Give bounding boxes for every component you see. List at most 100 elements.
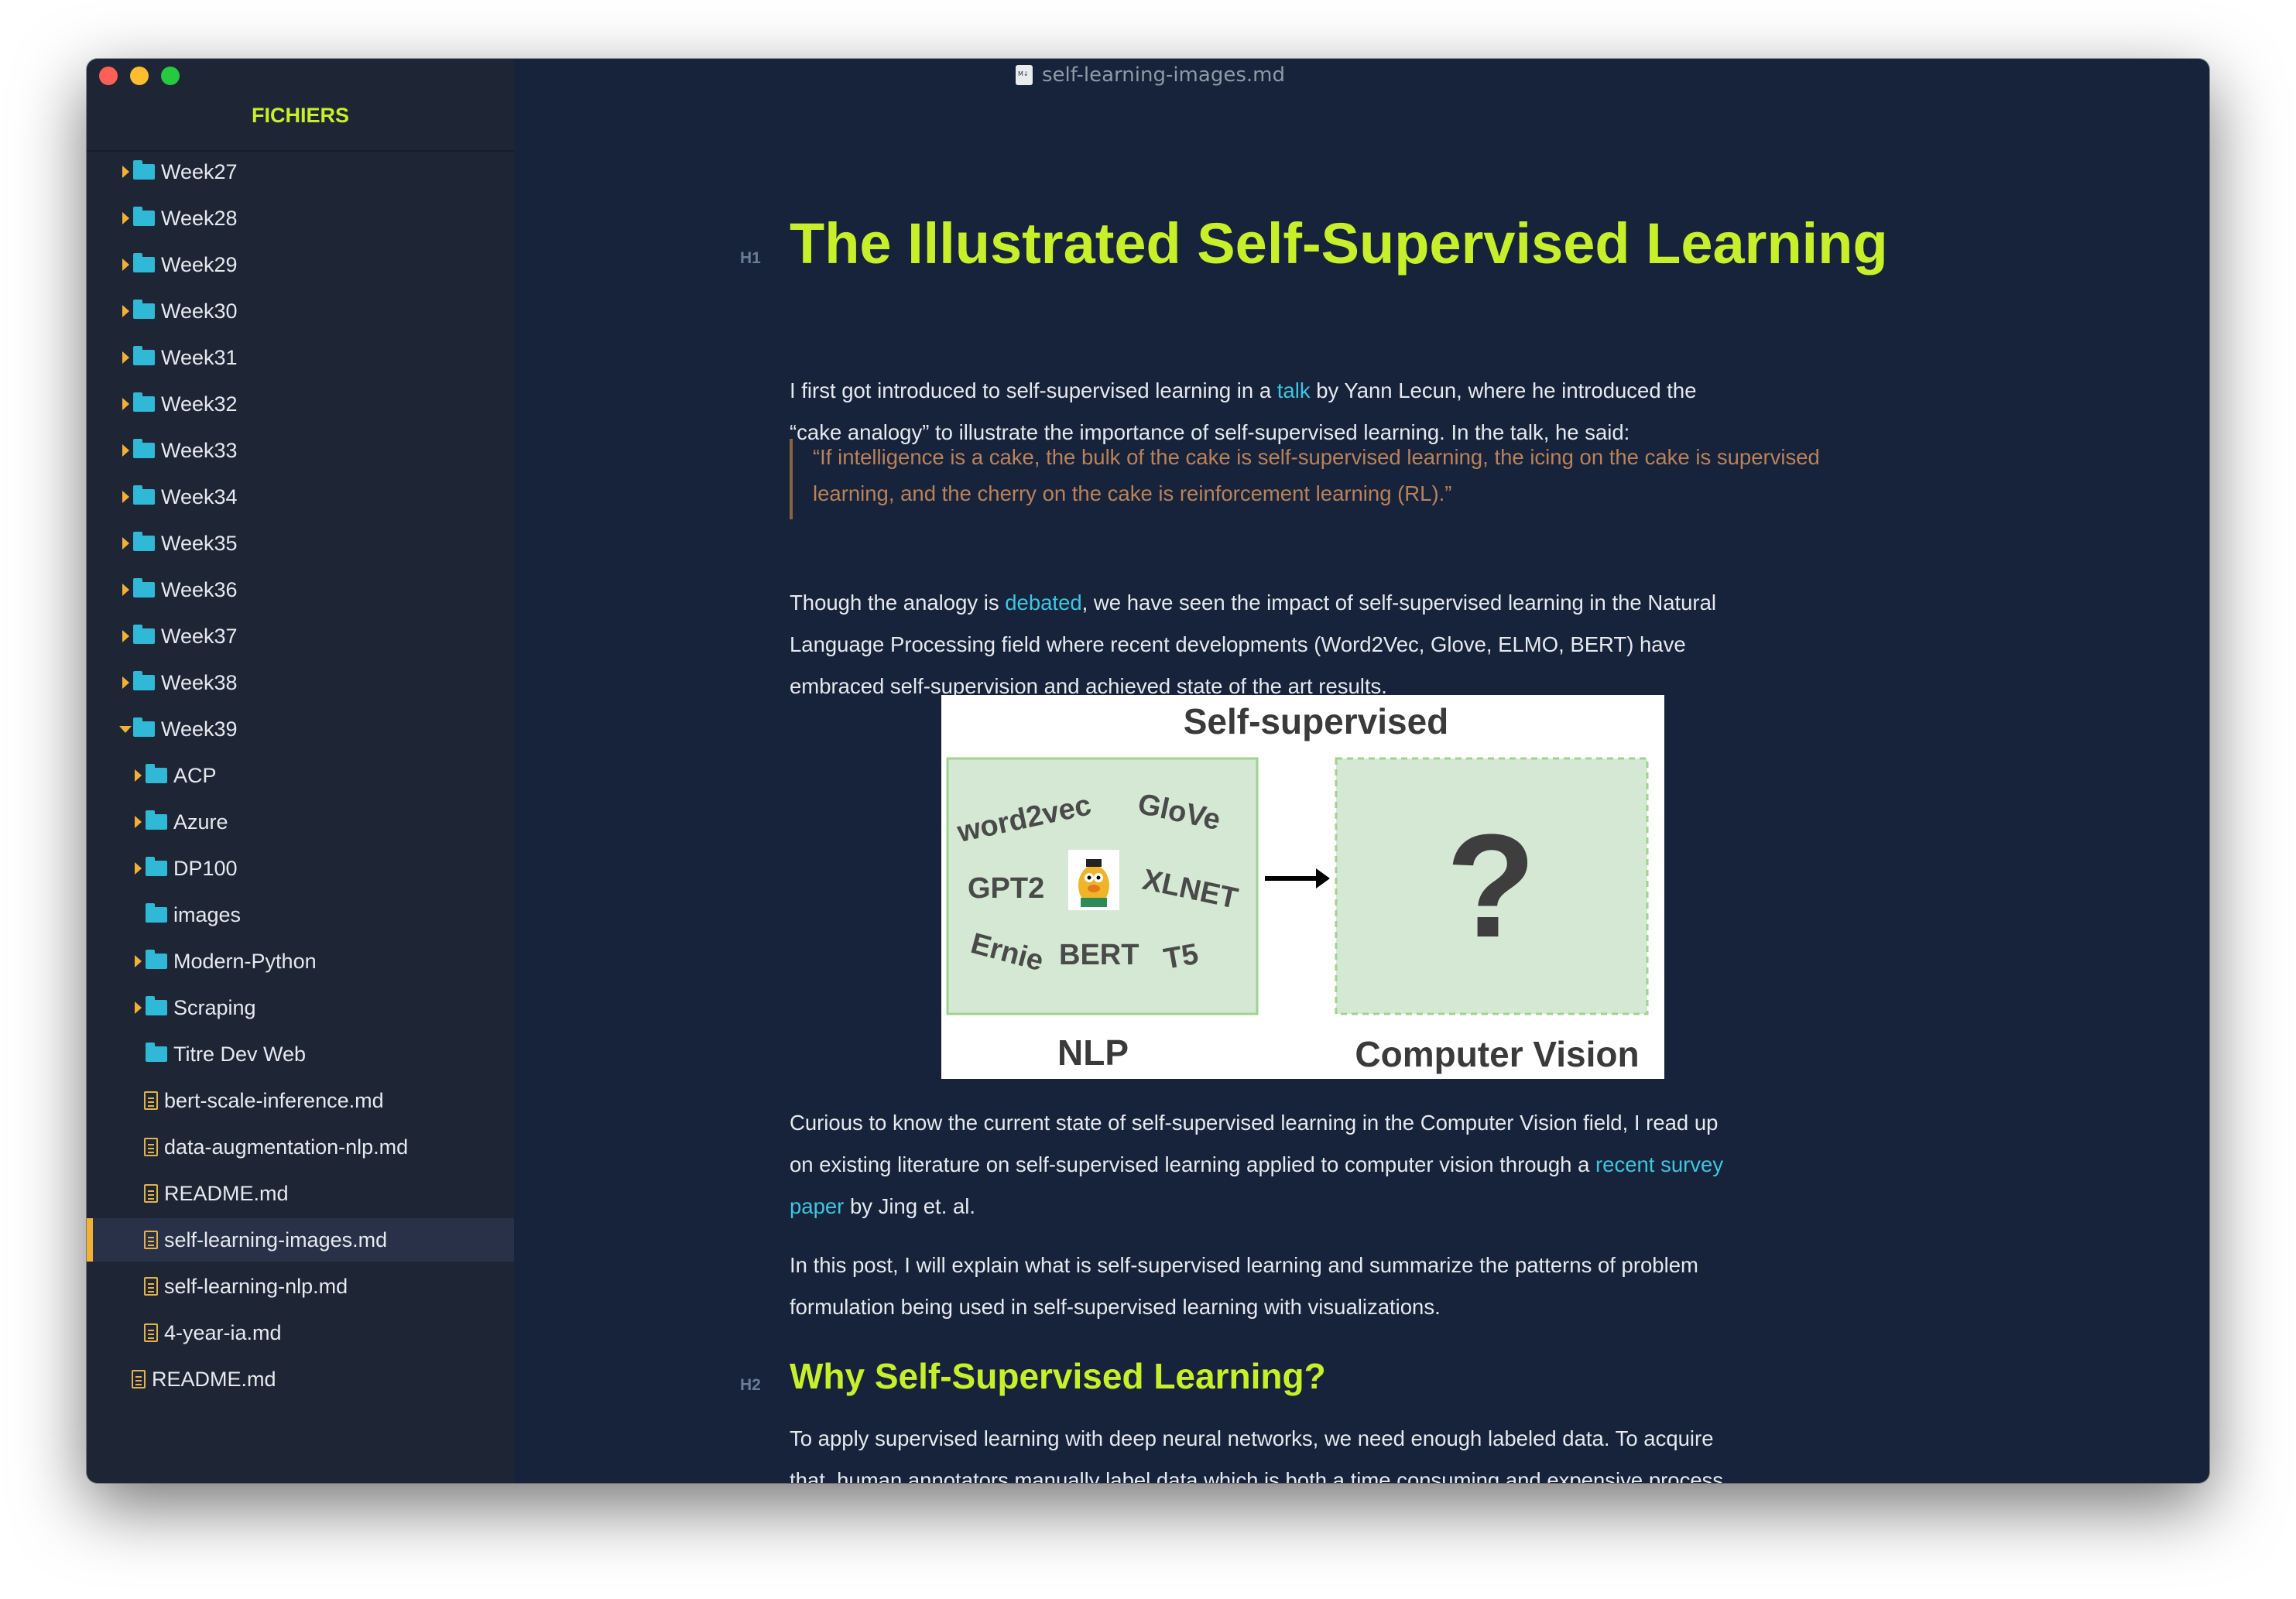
- file-item[interactable]: README.md: [87, 1358, 514, 1401]
- tree-item-label: Week29: [161, 252, 238, 276]
- chevron-right-icon[interactable]: [132, 862, 144, 875]
- folder-item[interactable]: Week33: [87, 429, 514, 472]
- folder-item[interactable]: Azure: [87, 800, 514, 844]
- analogy-text-a: Though the analogy is: [790, 591, 1006, 615]
- folder-item[interactable]: Week39: [87, 707, 514, 751]
- folder-icon: [133, 485, 155, 505]
- intro-text-b: by Yann Lecun, where he introduced the: [1310, 378, 1697, 402]
- quote-line-2: learning, and the cherry on the cake is …: [813, 481, 1452, 505]
- article-title: The Illustrated Self-Supervised Learning: [790, 211, 1888, 276]
- folder-icon: [133, 532, 155, 551]
- file-icon: [144, 1184, 158, 1203]
- folder-item[interactable]: Week30: [87, 289, 514, 333]
- folder-item[interactable]: Titre Dev Web: [87, 1032, 514, 1076]
- chevron-down-icon[interactable]: [119, 725, 132, 733]
- last-line-1: To apply supervised learning with deep n…: [790, 1426, 1714, 1450]
- folder-item[interactable]: Week35: [87, 522, 514, 565]
- chevron-right-icon[interactable]: [119, 398, 132, 410]
- folder-item[interactable]: Modern-Python: [87, 940, 514, 983]
- chevron-right-icon[interactable]: [132, 1002, 144, 1014]
- folder-icon: [146, 1043, 167, 1062]
- file-item[interactable]: data-augmentation-nlp.md: [87, 1125, 514, 1169]
- folder-icon: [133, 717, 155, 737]
- post-line-2: formulation being used in self-supervise…: [790, 1295, 1441, 1319]
- folder-icon: [146, 764, 167, 783]
- h2-marker: H2: [740, 1376, 761, 1394]
- tree-item-label: Week35: [161, 531, 238, 555]
- chevron-right-icon[interactable]: [119, 491, 132, 503]
- folder-icon: [133, 346, 155, 365]
- zoom-button[interactable]: [161, 67, 180, 85]
- folder-item[interactable]: DP100: [87, 847, 514, 890]
- folder-item[interactable]: Week37: [87, 615, 514, 658]
- chevron-right-icon[interactable]: [119, 630, 132, 642]
- folder-icon: [133, 207, 155, 226]
- folder-item[interactable]: ACP: [87, 754, 514, 797]
- self-supervised-figure: Self-supervised word2vec GloVe GPT2 XLNE…: [941, 695, 1664, 1079]
- chevron-right-icon[interactable]: [132, 769, 144, 782]
- tree-item-label: Week32: [161, 392, 238, 416]
- chevron-right-icon[interactable]: [119, 259, 132, 271]
- folder-item[interactable]: Week38: [87, 661, 514, 704]
- figure-title: Self-supervised: [1184, 701, 1449, 741]
- file-icon: [144, 1091, 158, 1110]
- chevron-right-icon[interactable]: [119, 351, 132, 364]
- file-item[interactable]: self-learning-images.md: [87, 1218, 514, 1262]
- file-icon: [144, 1138, 158, 1156]
- file-icon: [144, 1231, 158, 1249]
- folder-item[interactable]: Week34: [87, 475, 514, 519]
- post-line-1: In this post, I will explain what is sel…: [790, 1253, 1698, 1277]
- minimize-button[interactable]: [130, 67, 149, 85]
- chevron-right-icon[interactable]: [119, 537, 132, 550]
- folder-item[interactable]: Week32: [87, 382, 514, 426]
- question-mark: ?: [1446, 804, 1536, 968]
- intro-text-a: I first got introduced to self-supervise…: [790, 378, 1277, 402]
- close-button[interactable]: [99, 67, 118, 85]
- folder-item[interactable]: Week36: [87, 568, 514, 611]
- talk-link[interactable]: talk: [1277, 378, 1311, 402]
- tree-item-label: DP100: [173, 856, 238, 880]
- survey-link-part1[interactable]: recent survey: [1595, 1152, 1723, 1176]
- file-item[interactable]: bert-scale-inference.md: [87, 1079, 514, 1122]
- chevron-right-icon[interactable]: [119, 676, 132, 689]
- folder-icon: [133, 625, 155, 644]
- folder-item[interactable]: Week28: [87, 197, 514, 240]
- tree-item-label: Titre Dev Web: [173, 1042, 307, 1066]
- tree-item-label: Scraping: [173, 995, 256, 1019]
- chevron-right-icon[interactable]: [119, 166, 132, 178]
- section-heading: Why Self-Supervised Learning?: [790, 1356, 1326, 1396]
- folder-item[interactable]: Week31: [87, 336, 514, 379]
- folder-item[interactable]: Week29: [87, 243, 514, 286]
- folder-icon: [146, 950, 167, 969]
- folder-item[interactable]: images: [87, 893, 514, 936]
- curious-text-a: on existing literature on self-supervise…: [790, 1152, 1596, 1176]
- tree-item-label: README.md: [152, 1367, 276, 1391]
- file-icon: [144, 1323, 158, 1342]
- folder-icon: [146, 857, 167, 876]
- tree-item-label: data-augmentation-nlp.md: [164, 1135, 409, 1159]
- file-item[interactable]: 4-year-ia.md: [87, 1311, 514, 1354]
- sidebar-header: FICHIERS: [251, 104, 349, 127]
- curious-line-1: Curious to know the current state of sel…: [790, 1111, 1719, 1135]
- chevron-right-icon[interactable]: [132, 816, 144, 828]
- tree-item-label: Week33: [161, 438, 238, 462]
- chevron-right-icon[interactable]: [119, 212, 132, 224]
- tree-item-label: self-learning-nlp.md: [164, 1274, 348, 1298]
- survey-link-part2[interactable]: paper: [790, 1194, 844, 1218]
- bert-character-icon: [1068, 850, 1119, 910]
- tree-item-label: Week39: [161, 717, 238, 741]
- chevron-right-icon[interactable]: [132, 955, 144, 967]
- file-item[interactable]: README.md: [87, 1172, 514, 1215]
- folder-item[interactable]: Scraping: [87, 986, 514, 1029]
- file-item[interactable]: self-learning-nlp.md: [87, 1265, 514, 1308]
- folder-icon: [146, 996, 167, 1015]
- folder-item[interactable]: Week27: [87, 150, 514, 193]
- chevron-right-icon[interactable]: [119, 444, 132, 457]
- tree-item-label: ACP: [173, 763, 217, 787]
- analogy-line-2: Language Processing field where recent d…: [790, 632, 1686, 656]
- chevron-right-icon[interactable]: [119, 305, 132, 317]
- word-bert: BERT: [1059, 939, 1139, 971]
- debated-link[interactable]: debated: [1005, 591, 1081, 615]
- tree-item-label: bert-scale-inference.md: [164, 1088, 384, 1112]
- chevron-right-icon[interactable]: [119, 584, 132, 596]
